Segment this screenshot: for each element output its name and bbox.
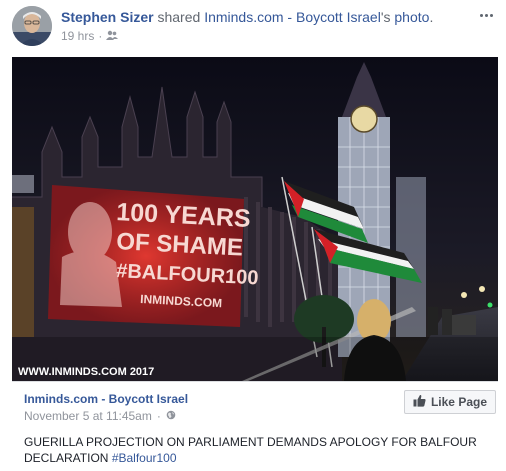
attachment-meta: November 5 at 11:45am · [24,408,176,424]
attachment-date[interactable]: November 5 at 11:45am [24,408,152,424]
author-link[interactable]: Stephen Sizer [61,9,154,25]
post-title-line: Stephen Sizer shared Inminds.com - Boyco… [61,8,433,26]
post-meta: 19 hrs · [61,28,119,44]
post-header: Stephen Sizer shared Inminds.com - Boyco… [12,6,496,46]
shared-page-link[interactable]: Inminds.com - Boycott Israel [204,9,381,25]
like-page-button[interactable]: Like Page [403,390,496,414]
caption-text: GUERILLA PROJECTION ON PARLIAMENT DEMAND… [24,435,477,465]
attachment-separator: · [156,409,161,423]
meta-separator: · [98,29,103,43]
photo-watermark: WWW.INMINDS.COM 2017 [18,366,154,378]
like-page-label: Like Page [430,395,487,409]
globe-icon[interactable] [166,408,176,424]
post-timestamp[interactable]: 19 hrs [61,28,94,44]
thumbs-up-icon [413,394,426,410]
post-photo[interactable]: 100 YEARS OF SHAME #BALFOUR100 INMINDS.C… [12,57,498,381]
photo-attachment-footer: Inminds.com - Boycott Israel November 5 … [12,381,498,471]
friends-icon[interactable] [106,28,119,44]
photo-caption: GUERILLA PROJECTION ON PARLIAMENT DEMAND… [24,434,494,466]
period-text: . [429,9,434,25]
avatar[interactable] [12,6,52,46]
projection: 100 YEARS OF SHAME #BALFOUR100 INMINDS.C… [48,185,259,327]
photo-link[interactable]: photo [394,9,429,25]
more-dots-icon[interactable] [476,8,496,22]
shared-text: shared [157,9,201,25]
possessive-text: 's [380,9,391,25]
attachment-page-link[interactable]: Inminds.com - Boycott Israel [24,391,188,407]
hashtag-link[interactable]: #Balfour100 [112,451,177,465]
